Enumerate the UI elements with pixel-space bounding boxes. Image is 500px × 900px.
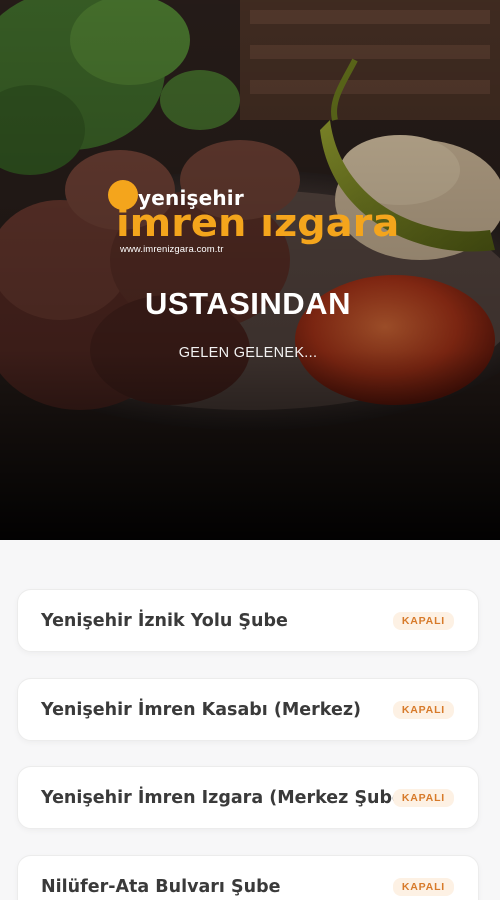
logo-brand-text: imren ızgara xyxy=(116,201,400,245)
branch-card-imren-kasabi[interactable]: Yenişehir İmren Kasabı (Merkez) KAPALI xyxy=(17,678,479,741)
brand-logo: yenişehir imren ızgara www.imrenizgara.c… xyxy=(106,178,400,258)
status-badge: KAPALI xyxy=(392,611,454,630)
branch-card-imren-izgara-merkez[interactable]: Yenişehir İmren Izgara (Merkez Şube) KAP… xyxy=(17,766,479,829)
branch-name: Yenişehir İmren Izgara (Merkez Şube) xyxy=(41,787,412,808)
status-badge: KAPALI xyxy=(392,700,454,719)
logo-url: www.imrenizgara.com.tr xyxy=(120,244,224,255)
branch-name: Nilüfer-Ata Bulvarı Şube xyxy=(41,876,281,897)
hero-content: yenişehir imren ızgara www.imrenizgara.c… xyxy=(0,0,500,540)
hero-subtitle: GELEN GELENEK... xyxy=(178,345,318,361)
branch-card-nilufer-ata-bulvari[interactable]: Nilüfer-Ata Bulvarı Şube KAPALI xyxy=(17,855,479,900)
hero-banner: yenişehir imren ızgara www.imrenizgara.c… xyxy=(0,0,500,540)
branch-list: Yenişehir İznik Yolu Şube KAPALI Yenişeh… xyxy=(0,540,500,900)
status-badge: KAPALI xyxy=(392,877,454,896)
status-badge: KAPALI xyxy=(392,788,454,807)
branch-card-iznik-yolu[interactable]: Yenişehir İznik Yolu Şube KAPALI xyxy=(17,589,479,652)
hero-title: USTASINDAN xyxy=(145,286,351,321)
branch-name: Yenişehir İznik Yolu Şube xyxy=(41,610,288,631)
branch-name: Yenişehir İmren Kasabı (Merkez) xyxy=(41,699,361,720)
